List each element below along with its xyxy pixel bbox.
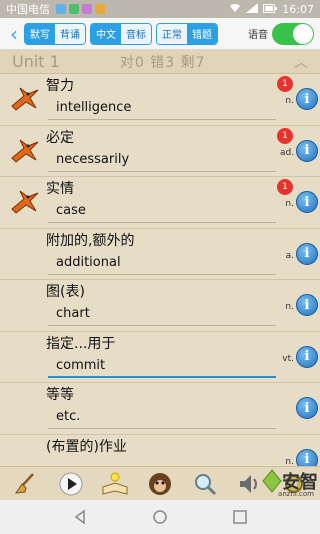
chinese-meaning: 附加的,额外的 xyxy=(46,232,135,249)
info-icon[interactable]: i xyxy=(296,139,318,162)
answer-field[interactable]: etc. xyxy=(48,405,276,429)
wrong-bird-icon xyxy=(11,190,39,214)
part-of-speech: n. xyxy=(285,96,294,106)
notification-icon xyxy=(69,4,79,14)
answer-field[interactable]: additional xyxy=(48,251,276,275)
play-icon[interactable] xyxy=(57,470,85,498)
list-normal-button[interactable]: 正常 xyxy=(157,23,187,44)
notification-icon xyxy=(82,4,92,14)
answer-field-focused[interactable]: commit xyxy=(48,354,276,378)
chinese-meaning: 实情 xyxy=(46,181,74,197)
word-list[interactable]: 智力 intelligence 1 n. i 必定 necessarily 1 … xyxy=(0,74,320,466)
wifi-icon xyxy=(229,3,241,16)
status-bar: 中国电信 16:07 xyxy=(0,0,320,18)
word-row: 等等 etc. i xyxy=(0,383,320,435)
list-wrong-button[interactable]: 错题 xyxy=(187,23,217,44)
part-of-speech: ad. xyxy=(280,147,295,158)
mode-recite-button[interactable]: 背诵 xyxy=(55,23,85,44)
chinese-meaning: 图(表) xyxy=(46,284,85,300)
hint-mode-toggle: 中文 音标 xyxy=(90,22,152,45)
watermark-url: anzhi.com xyxy=(278,490,314,498)
info-icon[interactable]: i xyxy=(296,294,318,316)
info-icon[interactable]: i xyxy=(296,88,318,110)
wrong-count-badge: 1 xyxy=(277,127,293,144)
unit-header[interactable]: Unit 1 对0 错3 剩7 ︿ xyxy=(0,50,320,74)
chinese-meaning: 必定 xyxy=(46,129,74,146)
mode-toolbar: ‹ 默写 背诵 中文 音标 正常 错题 语音 xyxy=(0,18,320,50)
nav-back-icon[interactable] xyxy=(68,505,92,529)
list-mode-toggle: 正常 错题 xyxy=(156,22,218,45)
dictation-mode-toggle: 默写 背诵 xyxy=(24,22,86,45)
info-icon[interactable]: i xyxy=(296,345,318,368)
hint-chinese-button[interactable]: 中文 xyxy=(91,23,121,44)
carrier-label: 中国电信 xyxy=(6,3,50,16)
word-row: 指定...用于 commit vt. i xyxy=(0,332,320,383)
word-row: 实情 case 1 n. i xyxy=(0,177,320,229)
part-of-speech: a. xyxy=(285,250,294,261)
part-of-speech: n. xyxy=(285,456,294,467)
monkey-icon[interactable] xyxy=(146,470,174,498)
chevron-up-icon[interactable]: ︿ xyxy=(294,52,308,72)
info-icon[interactable]: i xyxy=(296,191,318,213)
notification-icons xyxy=(56,4,105,14)
wrong-count-badge: 1 xyxy=(277,179,293,195)
mode-dictation-button[interactable]: 默写 xyxy=(25,23,55,44)
part-of-speech: vt. xyxy=(282,353,294,364)
word-row: (布置的)作业 n. i xyxy=(0,435,320,467)
chinese-meaning: 智力 xyxy=(46,78,74,94)
unit-title: Unit 1 xyxy=(12,52,60,71)
chinese-meaning: 等等 xyxy=(46,387,74,403)
info-icon[interactable]: i xyxy=(296,397,318,419)
voice-toggle[interactable] xyxy=(272,22,314,45)
voice-label: 语音 xyxy=(248,30,268,41)
answer-field[interactable]: necessarily xyxy=(48,148,276,172)
nav-recent-icon[interactable] xyxy=(228,505,252,529)
part-of-speech: n. xyxy=(285,199,294,209)
toggle-knob xyxy=(293,23,313,44)
unit-stats: 对0 错3 剩7 xyxy=(119,54,206,71)
info-icon[interactable]: i xyxy=(296,448,318,466)
chinese-meaning: (布置的)作业 xyxy=(46,438,127,455)
info-icon[interactable]: i xyxy=(296,242,318,265)
notification-icon xyxy=(56,4,66,14)
notification-icon xyxy=(95,4,105,14)
answer-field[interactable]: case xyxy=(48,199,276,223)
signal-icon xyxy=(246,2,259,16)
search-icon[interactable] xyxy=(191,470,219,498)
part-of-speech: n. xyxy=(285,302,294,312)
chinese-meaning: 指定...用于 xyxy=(46,335,116,352)
word-row: 图(表) chart n. i xyxy=(0,280,320,332)
broom-icon[interactable] xyxy=(12,470,40,498)
hint-phonetic-button[interactable]: 音标 xyxy=(121,23,151,44)
nav-home-icon[interactable] xyxy=(148,505,172,529)
answer-field[interactable]: chart xyxy=(48,302,276,326)
answer-field[interactable] xyxy=(48,457,276,467)
wrong-bird-icon xyxy=(11,87,39,111)
hint-book-icon[interactable] xyxy=(101,470,129,498)
battery-icon xyxy=(263,3,278,16)
answer-field[interactable]: intelligence xyxy=(48,96,276,120)
clock: 16:07 xyxy=(282,2,314,16)
word-row: 必定 necessarily 1 ad. i xyxy=(0,126,320,177)
back-button[interactable]: ‹ xyxy=(4,22,24,46)
word-row: 智力 intelligence 1 n. i xyxy=(0,74,320,126)
wrong-count-badge: 1 xyxy=(277,76,293,92)
word-row: 附加的,额外的 additional a. i xyxy=(0,229,320,280)
speaker-icon[interactable] xyxy=(235,470,263,498)
system-nav-bar xyxy=(0,500,320,534)
wrong-bird-icon xyxy=(11,139,39,163)
anzhi-watermark: 安智 anzhi.com xyxy=(262,468,318,498)
